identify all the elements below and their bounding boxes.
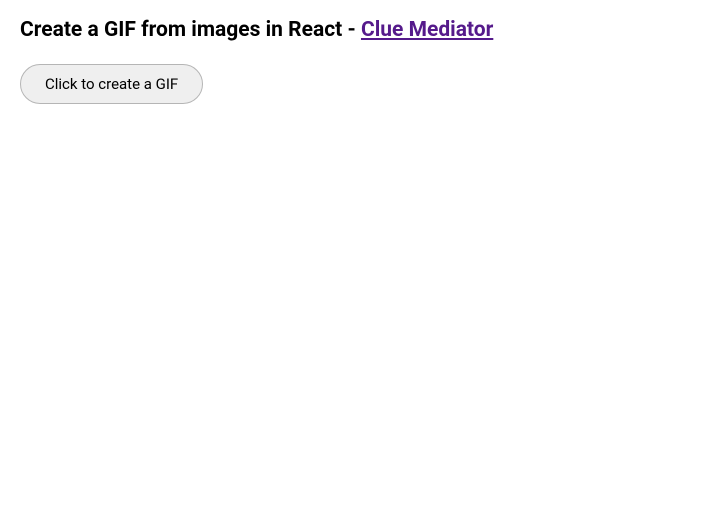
clue-mediator-link[interactable]: Clue Mediator bbox=[361, 18, 493, 42]
create-gif-button[interactable]: Click to create a GIF bbox=[20, 64, 203, 104]
page-title: Create a GIF from images in React - Clue… bbox=[20, 18, 699, 42]
title-text: Create a GIF from images in React - bbox=[20, 18, 361, 42]
